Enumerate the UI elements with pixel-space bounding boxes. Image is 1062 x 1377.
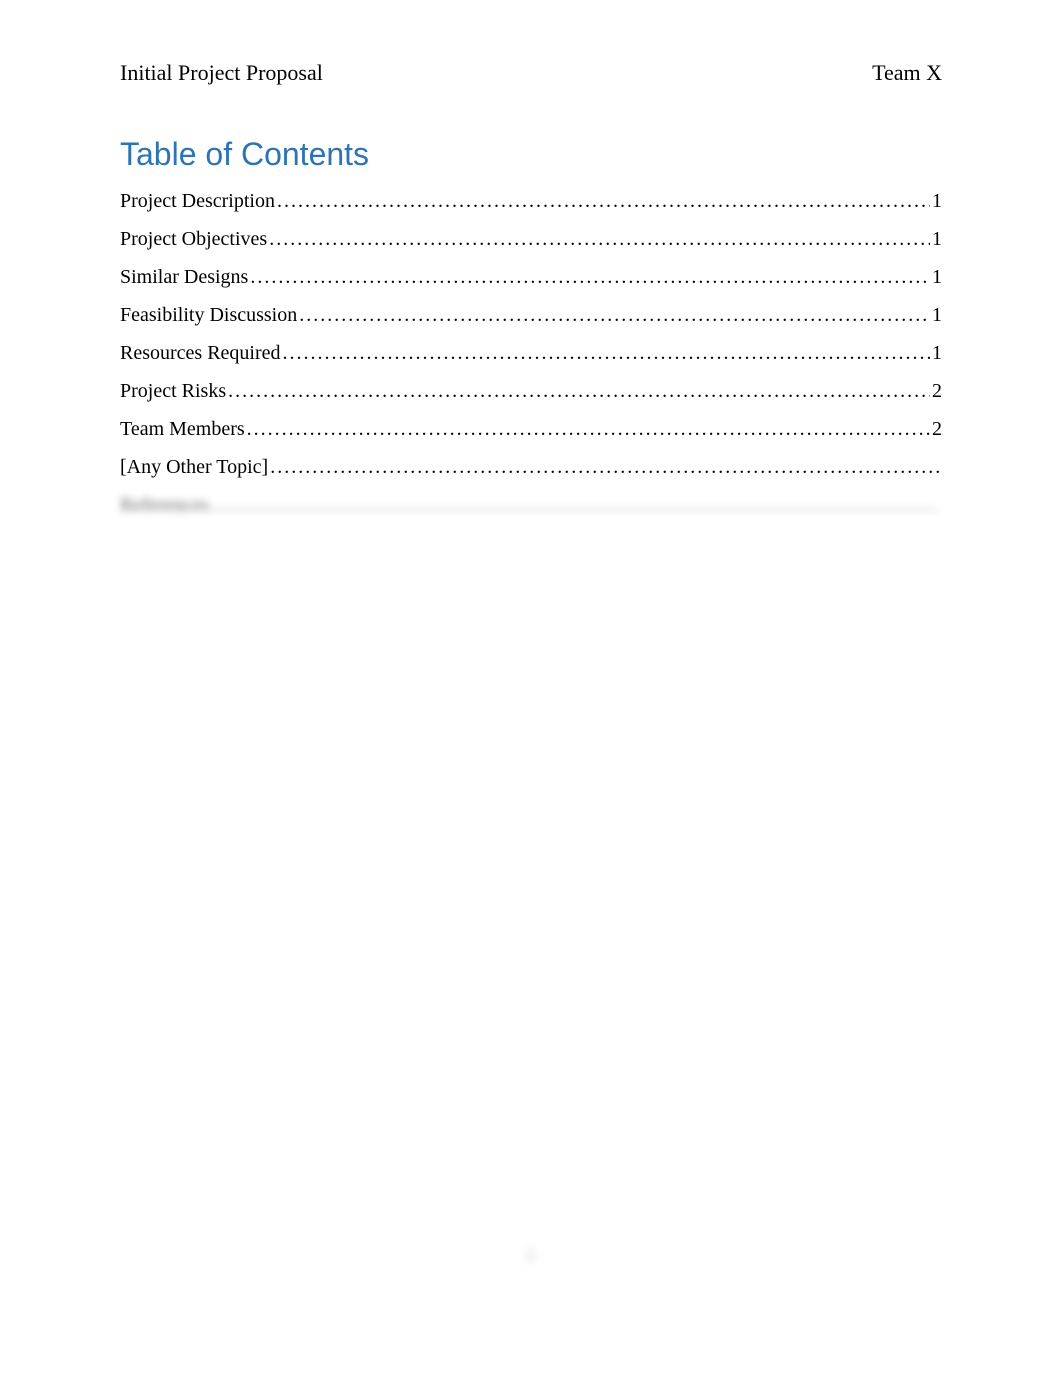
toc-leader-dots	[211, 491, 940, 519]
toc-entry: Project Risks 2	[120, 377, 942, 405]
toc-entry: Project Objectives 1	[120, 225, 942, 253]
toc-entry: References	[120, 491, 942, 519]
toc-entry-label: Team Members	[120, 415, 245, 443]
toc-leader-dots	[247, 415, 930, 443]
toc-list: Project Description 1 Project Objectives…	[120, 187, 942, 519]
toc-entry-label: Similar Designs	[120, 263, 248, 291]
header-title-left: Initial Project Proposal	[120, 60, 323, 86]
toc-entry-page: 1	[932, 339, 942, 367]
toc-leader-dots	[277, 187, 930, 215]
toc-leader-dots	[299, 301, 930, 329]
toc-entry-label: Feasibility Discussion	[120, 301, 297, 329]
toc-leader-dots	[283, 339, 930, 367]
toc-entry: [Any Other Topic]	[120, 453, 942, 481]
toc-heading: Table of Contents	[120, 136, 942, 173]
toc-entry-label: Project Objectives	[120, 225, 267, 253]
page-header: Initial Project Proposal Team X	[120, 60, 942, 86]
toc-entry-page: 2	[932, 415, 942, 443]
toc-leader-dots	[269, 225, 930, 253]
toc-entry: Project Description 1	[120, 187, 942, 215]
page-footer-number: ii	[0, 1244, 1062, 1267]
toc-entry-label: Project Risks	[120, 377, 226, 405]
toc-entry: Feasibility Discussion 1	[120, 301, 942, 329]
toc-entry-page: 2	[932, 377, 942, 405]
document-page: Initial Project Proposal Team X Table of…	[0, 0, 1062, 589]
toc-entry: Resources Required 1	[120, 339, 942, 367]
toc-entry-page: 1	[932, 225, 942, 253]
toc-entry-page: 1	[932, 301, 942, 329]
toc-entry-label: [Any Other Topic]	[120, 453, 268, 481]
toc-entry-label: References	[120, 491, 209, 519]
toc-entry: Team Members 2	[120, 415, 942, 443]
toc-leader-dots	[250, 263, 930, 291]
toc-entry-label: Project Description	[120, 187, 275, 215]
toc-entry: Similar Designs 1	[120, 263, 942, 291]
header-title-right: Team X	[872, 60, 942, 86]
toc-entry-page: 1	[932, 263, 942, 291]
toc-leader-dots	[228, 377, 930, 405]
toc-entry-label: Resources Required	[120, 339, 281, 367]
toc-leader-dots	[270, 453, 940, 481]
toc-entry-page: 1	[932, 187, 942, 215]
